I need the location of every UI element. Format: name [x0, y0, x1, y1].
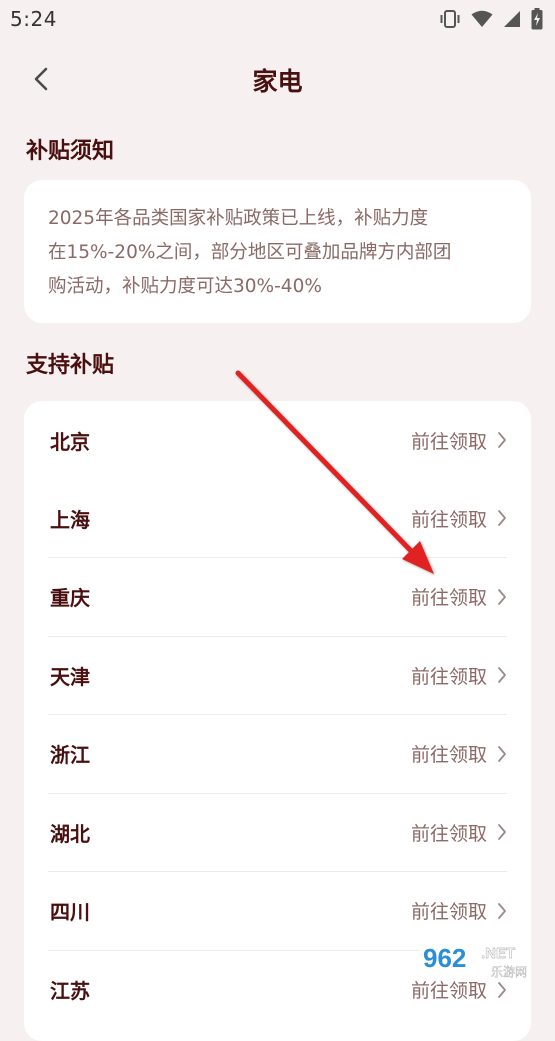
claim-action[interactable]: 前往领取 [411, 427, 507, 454]
region-label: 江苏 [50, 979, 90, 1004]
notice-line: 2025年各品类国家补贴政策已上线，补贴力度 [48, 208, 429, 229]
svg-text:962: 962 [423, 943, 466, 973]
claim-action-label: 前往领取 [410, 744, 487, 767]
chevron-right-icon [498, 981, 506, 998]
chevron-right-icon [498, 667, 506, 684]
chevron-right-icon [498, 432, 506, 449]
claim-action-label: 前往领取 [410, 508, 487, 531]
signal-icon [503, 10, 521, 28]
region-label: 上海 [50, 507, 90, 532]
region-label: 浙江 [50, 743, 90, 768]
claim-action-label: 前往领取 [410, 901, 487, 924]
region-label: 重庆 [50, 586, 90, 611]
notice-line: 购活动，补贴力度可达30%-40% [48, 276, 322, 297]
svg-text:乐游网: 乐游网 [491, 965, 527, 979]
vibrate-icon [439, 9, 461, 29]
header: 家电 [0, 38, 555, 124]
region-row-chongqing[interactable]: 重庆 前往领取 [48, 558, 507, 637]
region-label: 天津 [50, 664, 90, 689]
battery-charging-icon [531, 8, 543, 30]
status-time: 5:24 [10, 7, 57, 31]
chevron-right-icon [498, 510, 506, 527]
claim-action-label: 前往领取 [410, 665, 487, 688]
claim-action-label: 前往领取 [410, 430, 487, 453]
region-row-hubei[interactable]: 湖北 前往领取 [48, 794, 507, 872]
chevron-right-icon [498, 745, 506, 762]
wifi-icon [471, 10, 493, 28]
claim-action[interactable]: 前往领取 [411, 740, 507, 767]
region-row-shanghai[interactable]: 上海 前往领取 [48, 480, 507, 558]
notice-section-title: 补贴须知 [26, 139, 115, 164]
svg-text:.NET: .NET [481, 945, 515, 962]
claim-action[interactable]: 前往领取 [411, 505, 507, 532]
status-icons [439, 8, 543, 30]
claim-action-label: 前往领取 [410, 587, 487, 610]
claim-action-label: 前往领取 [410, 822, 487, 845]
claim-action[interactable]: 前往领取 [411, 819, 507, 846]
region-label: 湖北 [50, 821, 90, 846]
support-section-title: 支持补贴 [26, 353, 115, 378]
watermark-logo: 962 .NET 乐游网 [415, 934, 549, 982]
region-row-beijing[interactable]: 北京 前往领取 [48, 401, 507, 480]
claim-action[interactable]: 前往领取 [411, 662, 507, 689]
chevron-right-icon [498, 824, 506, 841]
region-row-zhejiang[interactable]: 浙江 前往领取 [48, 715, 507, 794]
claim-action[interactable]: 前往领取 [411, 583, 507, 610]
claim-action[interactable]: 前往领取 [411, 897, 507, 924]
notice-line: 在15%-20%之间，部分地区可叠加品牌方内部团 [48, 242, 452, 263]
status-bar: 5:24 [0, 0, 555, 38]
chevron-right-icon [498, 902, 506, 919]
notice-text: 2025年各品类国家补贴政策已上线，补贴力度 在15%-20%之间，部分地区可叠… [48, 202, 507, 304]
notice-card: 2025年各品类国家补贴政策已上线，补贴力度 在15%-20%之间，部分地区可叠… [24, 180, 531, 323]
region-row-tianjin[interactable]: 天津 前往领取 [48, 637, 507, 715]
chevron-right-icon [498, 588, 506, 605]
region-label: 四川 [50, 900, 90, 925]
region-label: 北京 [50, 429, 90, 454]
page-title: 家电 [252, 67, 303, 96]
